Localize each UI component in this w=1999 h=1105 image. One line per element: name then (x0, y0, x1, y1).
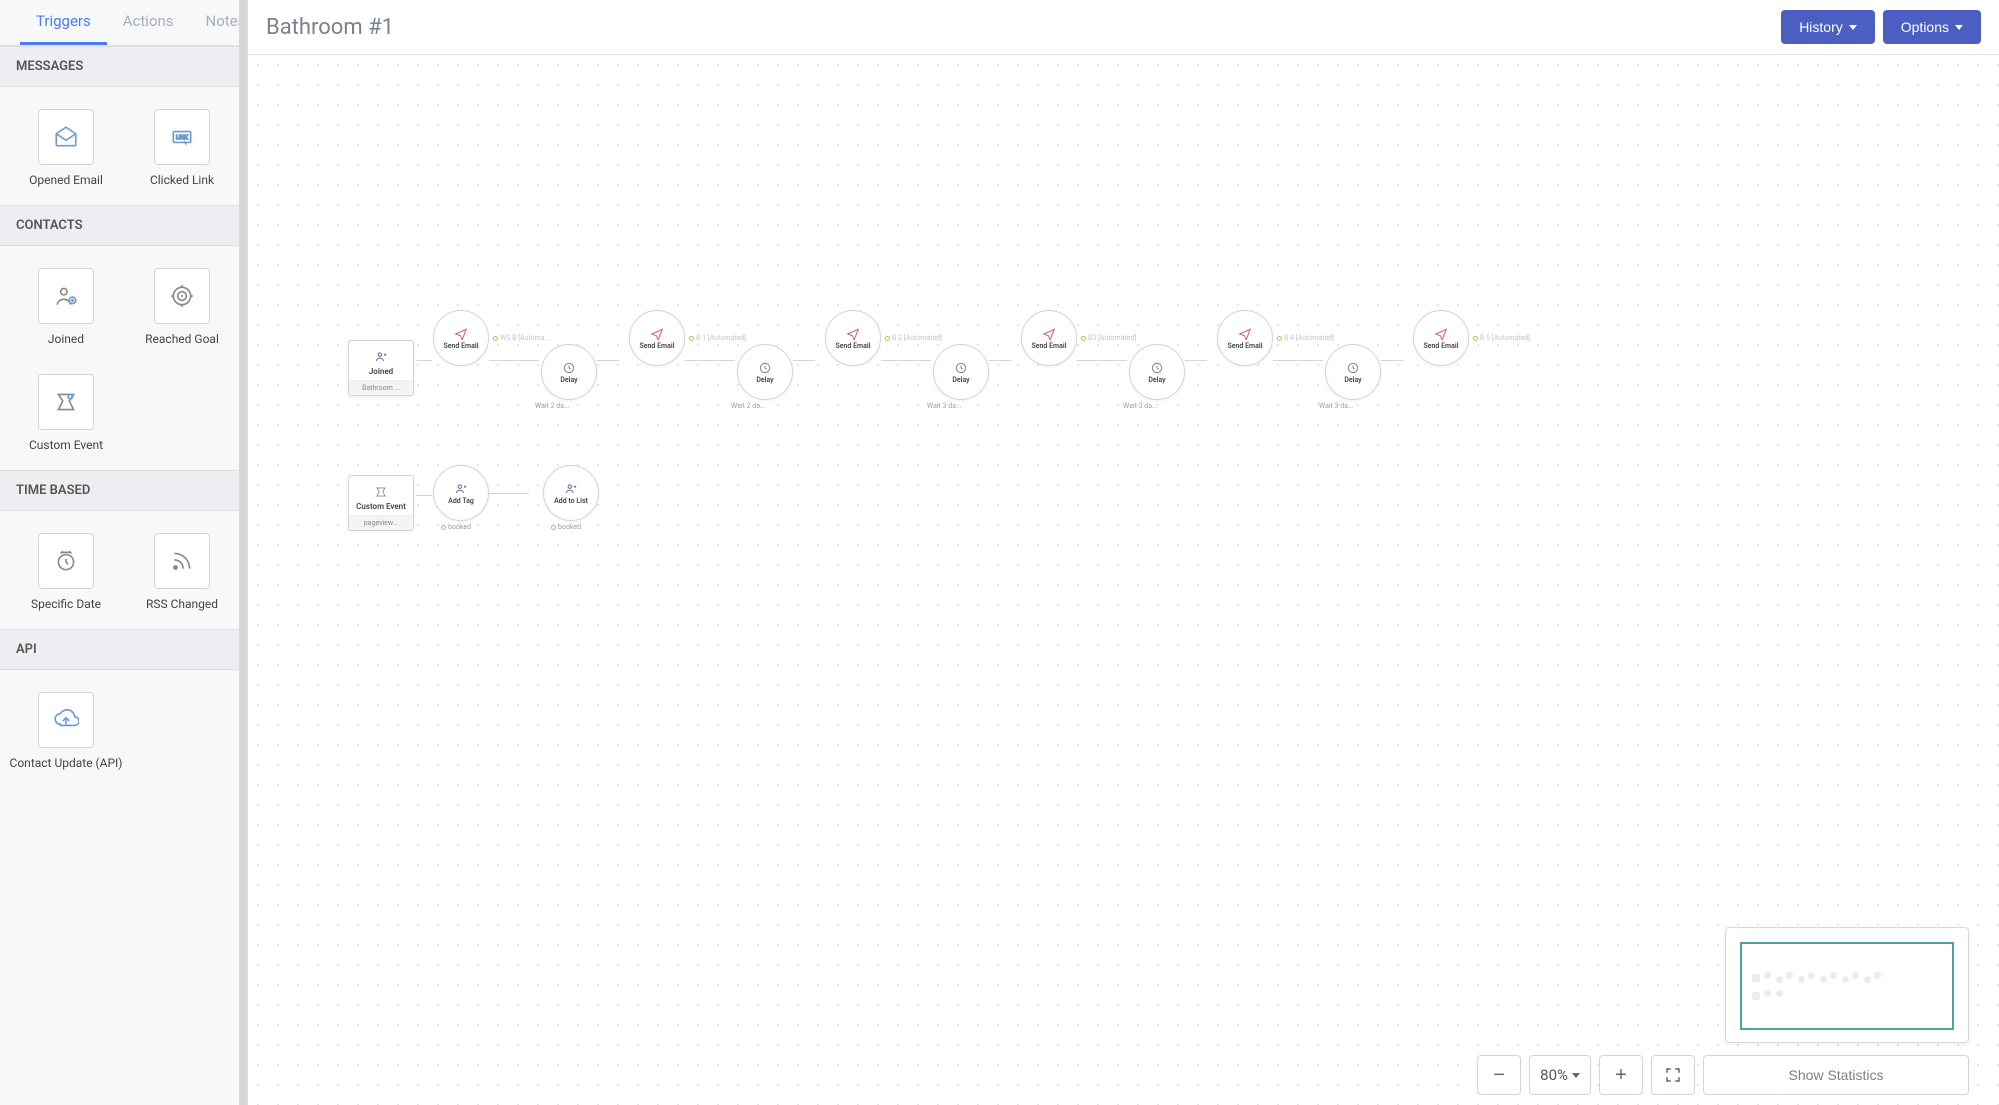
node-send-email[interactable]: Send Email (825, 310, 881, 366)
section-header-messages: MESSAGES (0, 46, 247, 87)
item-rss-changed[interactable]: RSS Changed (152, 533, 212, 611)
joined-icon (38, 268, 94, 324)
node-delay[interactable]: Delay (1129, 344, 1185, 400)
tab-triggers[interactable]: Triggers (20, 0, 107, 45)
chevron-down-icon (1955, 25, 1963, 30)
node-badge: B 2 [Automated] (885, 334, 942, 342)
node-badge: B 1 [Automated] (689, 334, 746, 342)
minimap-viewport[interactable] (1740, 942, 1954, 1030)
node-subtext: booked (441, 523, 471, 531)
custom-event-icon (38, 374, 94, 430)
item-reached-goal[interactable]: Reached Goal (152, 268, 212, 346)
chevron-down-icon (1849, 25, 1857, 30)
bottom-toolbar: − 80% + Show Statistics (248, 1045, 1999, 1105)
node-badge: B3 [Automated] (1081, 334, 1136, 342)
clicked-link-icon: LINK (154, 109, 210, 165)
node-subtext: booked (551, 523, 581, 531)
item-label: Specific Date (31, 597, 101, 611)
minimap[interactable] (1725, 927, 1969, 1043)
item-label: Custom Event (29, 438, 103, 452)
specific-date-icon (38, 533, 94, 589)
connector (597, 360, 619, 361)
node-send-email[interactable]: Send Email (1217, 310, 1273, 366)
connector (989, 360, 1011, 361)
page-title: Bathroom #1 (266, 15, 1773, 40)
opened-email-icon (38, 109, 94, 165)
section-body-timebased: Specific Date RSS Changed (0, 511, 247, 629)
node-send-email[interactable]: Send Email (1413, 310, 1469, 366)
item-specific-date[interactable]: Specific Date (36, 533, 96, 611)
node-subtext: Wait 3 da... (1319, 402, 1354, 410)
node-add-to-list[interactable]: Add to List (543, 465, 599, 521)
section-header-contacts: CONTACTS (0, 205, 247, 246)
node-delay[interactable]: Delay (1325, 344, 1381, 400)
node-subtext: Wait 3 da... (1123, 402, 1158, 410)
node-subtext: Wait 3 da... (927, 402, 962, 410)
node-send-email[interactable]: Send Email (1021, 310, 1077, 366)
item-clicked-link[interactable]: LINK Clicked Link (152, 109, 212, 187)
connector (685, 360, 735, 361)
svg-text:LINK: LINK (176, 135, 188, 141)
reached-goal-icon (154, 268, 210, 324)
connector (1273, 360, 1323, 361)
rss-changed-icon (154, 533, 210, 589)
node-send-email[interactable]: Send Email (629, 310, 685, 366)
connector (416, 360, 432, 361)
options-button[interactable]: Options (1883, 10, 1981, 44)
history-button[interactable]: History (1781, 10, 1875, 44)
node-delay[interactable]: Delay (933, 344, 989, 400)
connector (793, 360, 815, 361)
section-header-timebased: TIME BASED (0, 470, 247, 511)
item-label: Opened Email (29, 173, 103, 187)
section-header-api: API (0, 629, 247, 670)
zoom-in-button[interactable]: + (1599, 1055, 1643, 1095)
node-send-email[interactable]: Send Email (433, 310, 489, 366)
section-body-api: Contact Update (API) (0, 670, 247, 788)
item-label: RSS Changed (146, 597, 218, 611)
item-label: Reached Goal (145, 332, 219, 346)
sidebar: Triggers Actions Notes MESSAGES Opened E… (0, 0, 248, 1105)
item-label: Clicked Link (150, 173, 214, 187)
fullscreen-button[interactable] (1651, 1055, 1695, 1095)
show-statistics-button[interactable]: Show Statistics (1703, 1055, 1969, 1095)
node-add-tag[interactable]: Add Tag (433, 465, 489, 521)
node-trigger-joined[interactable]: JoinedBathroom ... (348, 340, 414, 396)
node-badge: WS B [Automa... (493, 334, 550, 342)
connector (489, 493, 529, 494)
connector (1381, 360, 1403, 361)
chevron-down-icon (1572, 1073, 1580, 1078)
item-contact-update[interactable]: Contact Update (API) (36, 692, 96, 770)
node-delay[interactable]: Delay (541, 344, 597, 400)
tab-actions[interactable]: Actions (107, 0, 190, 45)
connector (489, 360, 539, 361)
workflow-canvas[interactable]: JoinedBathroom ... Send Email WS B [Auto… (248, 55, 1999, 1105)
sidebar-scrollbar[interactable] (239, 0, 247, 1105)
node-subtext: Wait 2 da... (535, 402, 570, 410)
node-subtext: Wait 2 da... (731, 402, 766, 410)
item-label: Contact Update (API) (10, 756, 123, 770)
section-body-messages: Opened Email LINK Clicked Link (0, 87, 247, 205)
node-trigger-custom-event[interactable]: Custom Eventpageview... (348, 475, 414, 531)
item-opened-email[interactable]: Opened Email (36, 109, 96, 187)
section-body-contacts: Joined Reached Goal Custom Event (0, 246, 247, 470)
item-label: Joined (48, 332, 84, 346)
connector (416, 495, 432, 496)
zoom-out-button[interactable]: − (1477, 1055, 1521, 1095)
connector (1077, 360, 1127, 361)
contact-update-icon (38, 692, 94, 748)
topbar: Bathroom #1 History Options (248, 0, 1999, 55)
node-badge: B 4 [Automated] (1277, 334, 1334, 342)
item-joined[interactable]: Joined (36, 268, 96, 346)
zoom-select[interactable]: 80% (1529, 1055, 1591, 1095)
sidebar-tabs: Triggers Actions Notes (0, 0, 247, 46)
node-delay[interactable]: Delay (737, 344, 793, 400)
item-custom-event[interactable]: Custom Event (36, 374, 96, 452)
connector (1185, 360, 1207, 361)
connector (881, 360, 931, 361)
node-badge: B 5 [Automated] (1473, 334, 1530, 342)
